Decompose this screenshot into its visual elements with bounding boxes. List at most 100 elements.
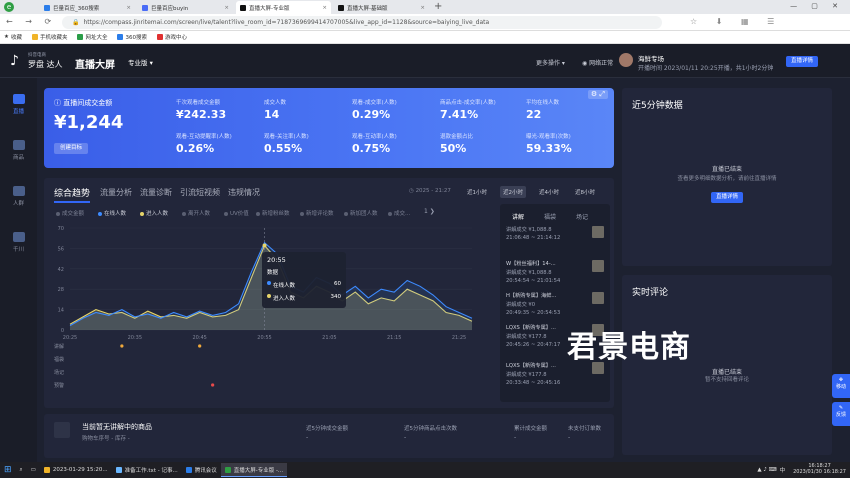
event-item[interactable]: H【新购专属】海鲜... 讲解成交 ¥0 20:49:35 ~ 20:54:53 [506, 292, 606, 316]
kpi-label: 成交人数 [264, 100, 287, 106]
close-icon[interactable]: × [224, 5, 229, 11]
time-range: ◷ 2025 - 21:27 [409, 188, 451, 194]
sidebar-item-live[interactable]: 直播 [0, 94, 37, 115]
time-button-4h[interactable]: 近4小时 [536, 186, 562, 198]
empty-title: 直播已结束 [711, 166, 742, 173]
app-icon [43, 467, 50, 473]
product-metric-label: 近5分钟商品点击次数 [404, 426, 457, 432]
legend-pager[interactable]: 1 ❯ [424, 208, 435, 215]
recent-5min-card: 近5分钟数据 直播已结束 查看更多明细数据分析，请前往直播详情 直播详情 [622, 88, 832, 266]
sidebar-item-qianchuan[interactable]: 千川 [0, 232, 37, 253]
tab-traffic-analysis[interactable]: 流量分析 [100, 187, 132, 198]
bookmark-item[interactable]: ★ 收藏 [4, 33, 22, 41]
ads-icon [12, 232, 25, 242]
tab-traffic-diagnosis[interactable]: 流量诊断 [140, 187, 172, 198]
browser-tab[interactable]: 直播大屏-基础版 × [334, 1, 429, 14]
legend-item[interactable]: UV价值 [224, 209, 249, 217]
create-target-button[interactable]: 创建目标 [54, 143, 88, 154]
event-item[interactable]: W【粉丝福利】14-... 讲解成交 ¥1,088.8 20:54:54 ~ 21:… [506, 260, 606, 284]
event-row-label: 讲解 [54, 343, 64, 350]
event-tab-record[interactable]: 场记 [576, 212, 588, 221]
product-thumbnail [592, 292, 604, 304]
site-icon [117, 34, 124, 40]
kpi-label: 观看-互动率(人数) [352, 134, 397, 140]
kpi-label: 观看-关注率(人数) [264, 134, 309, 140]
kpi-label: 观看-成交率(人数) [352, 100, 397, 106]
bookmark-item[interactable]: 网址大全 [77, 33, 107, 41]
bookmark-item[interactable]: 手机收藏夹 [31, 33, 67, 41]
float-move-button[interactable]: ✥ 移动 [832, 374, 850, 398]
url-field[interactable]: 🔒 https://compass.jinritemai.com/screen/l… [62, 16, 662, 29]
chevron-down-icon: ▾ [149, 59, 153, 67]
browser-tab[interactable]: 巨量百应buyin × [138, 1, 233, 14]
site-icon [156, 34, 163, 40]
taskbar-app[interactable]: 腾讯会议 [182, 463, 221, 477]
legend-item[interactable]: 离开人数 [182, 209, 210, 217]
clock-icon: ◷ [409, 188, 414, 194]
event-tab-explain[interactable]: 讲解 [512, 212, 524, 221]
tab-overall-trend[interactable]: 综合趋势 [54, 186, 91, 203]
more-ops-dropdown[interactable]: 更多操作 ▾ [536, 58, 565, 67]
tray-icons[interactable]: ▲ ♪ ⌨ 中 [753, 463, 789, 477]
bookmark-item[interactable]: 游戏中心 [156, 33, 187, 41]
windows-start-icon[interactable]: ⊞ [0, 463, 16, 477]
legend-item[interactable]: 在线人数 [98, 209, 126, 217]
product-metric-value: - [404, 434, 407, 441]
window-controls[interactable]: — ▢ ✕ [790, 2, 844, 10]
close-icon[interactable]: × [420, 5, 425, 11]
sidebar-item-product[interactable]: 商品 [0, 140, 37, 161]
browser-toolbar-icons[interactable]: ☆ ⬇ ▦ ☰ [690, 17, 782, 26]
legend-item[interactable]: 新增评论数 [300, 209, 334, 217]
taskbar-app-active[interactable]: 直播大屏-专业版 -... [220, 463, 288, 477]
app-icon [224, 466, 231, 473]
bag-icon [12, 140, 25, 150]
close-icon[interactable]: × [126, 5, 131, 11]
chart-tooltip: 20:55 数据 在线人数 60 进入人数 340 [262, 252, 346, 308]
new-tab-icon[interactable]: + [434, 1, 442, 12]
legend-item[interactable]: 进入人数 [140, 209, 168, 217]
taskbar-app[interactable]: 2023-01-29 15:20... [40, 463, 112, 477]
event-tab-luckybag[interactable]: 福袋 [544, 212, 556, 221]
product-metric-label: 近5分钟成交金额 [306, 426, 348, 432]
task-view-icon[interactable]: ▭ [27, 463, 40, 477]
tab-short-video[interactable]: 引流短视频 [180, 187, 220, 198]
site-icon [77, 34, 84, 40]
x-tick-label: 21:15 [387, 335, 401, 341]
browser-tab-active[interactable]: 直播大屏-专业版 × [236, 1, 331, 14]
time-button-1h[interactable]: 近1小时 [464, 186, 490, 198]
sidebar-item-crowd[interactable]: 人群 [0, 186, 37, 207]
hover-point [262, 243, 267, 248]
clock[interactable]: 16:18:27 2023/01/30 16:18:27 [789, 463, 850, 477]
product-sub-info: 购物车序号 - 库存 - [82, 436, 130, 442]
event-row-label: 预警 [54, 382, 64, 389]
x-tick-label: 20:45 [192, 335, 206, 341]
tab-violations[interactable]: 违规情况 [228, 187, 260, 198]
edition-dropdown[interactable]: 专业版 ▾ [128, 57, 153, 67]
live-detail-button-2[interactable]: 直播详情 [711, 192, 743, 203]
search-icon[interactable]: ⌕ [16, 463, 27, 477]
legend-item[interactable]: 新加团人数 [344, 209, 378, 217]
kpi-value: 22 [526, 108, 542, 121]
legend-item[interactable]: 成交... [388, 209, 410, 217]
bookmarks-bar: ★ 收藏 手机收藏夹 网址大全 360搜索 游戏中心 [0, 31, 850, 44]
legend-item[interactable]: 成交金额 [56, 209, 84, 217]
empty-hint: 查看更多明细数据分析，请前往直播详情 [677, 176, 777, 182]
time-button-2h[interactable]: 近2小时 [500, 186, 526, 198]
kpi-value: 0.75% [352, 142, 391, 155]
float-feedback-button[interactable]: ✎ 反馈 [832, 402, 850, 426]
taskbar: ⊞ ⌕ ▭ 2023-01-29 15:20... 准备工作.txt - 记事.… [0, 462, 850, 478]
live-detail-button[interactable]: 直播详情 [786, 56, 818, 67]
tab-favicon-icon [44, 4, 50, 11]
kpi-label: 平均在线人数 [526, 100, 560, 106]
time-button-8h[interactable]: 近8小时 [572, 186, 598, 198]
card-title: 近5分钟数据 [632, 101, 683, 111]
bookmark-item[interactable]: 360搜索 [117, 33, 147, 41]
product-metric-value: - [514, 434, 517, 441]
browser-tab[interactable]: 巨量百应_360搜索 × [40, 1, 135, 14]
settings-icon[interactable]: ⚙ ⤢ [587, 90, 608, 99]
douyin-logo-icon: ♪ [10, 53, 19, 69]
event-item[interactable]: 讲解成交 ¥1,088.8 21:06:48 ~ 21:14:12 [506, 226, 606, 241]
close-icon[interactable]: × [322, 5, 327, 11]
taskbar-app[interactable]: 准备工作.txt - 记事... [112, 463, 182, 477]
legend-item[interactable]: 新增粉丝数 [256, 209, 290, 217]
